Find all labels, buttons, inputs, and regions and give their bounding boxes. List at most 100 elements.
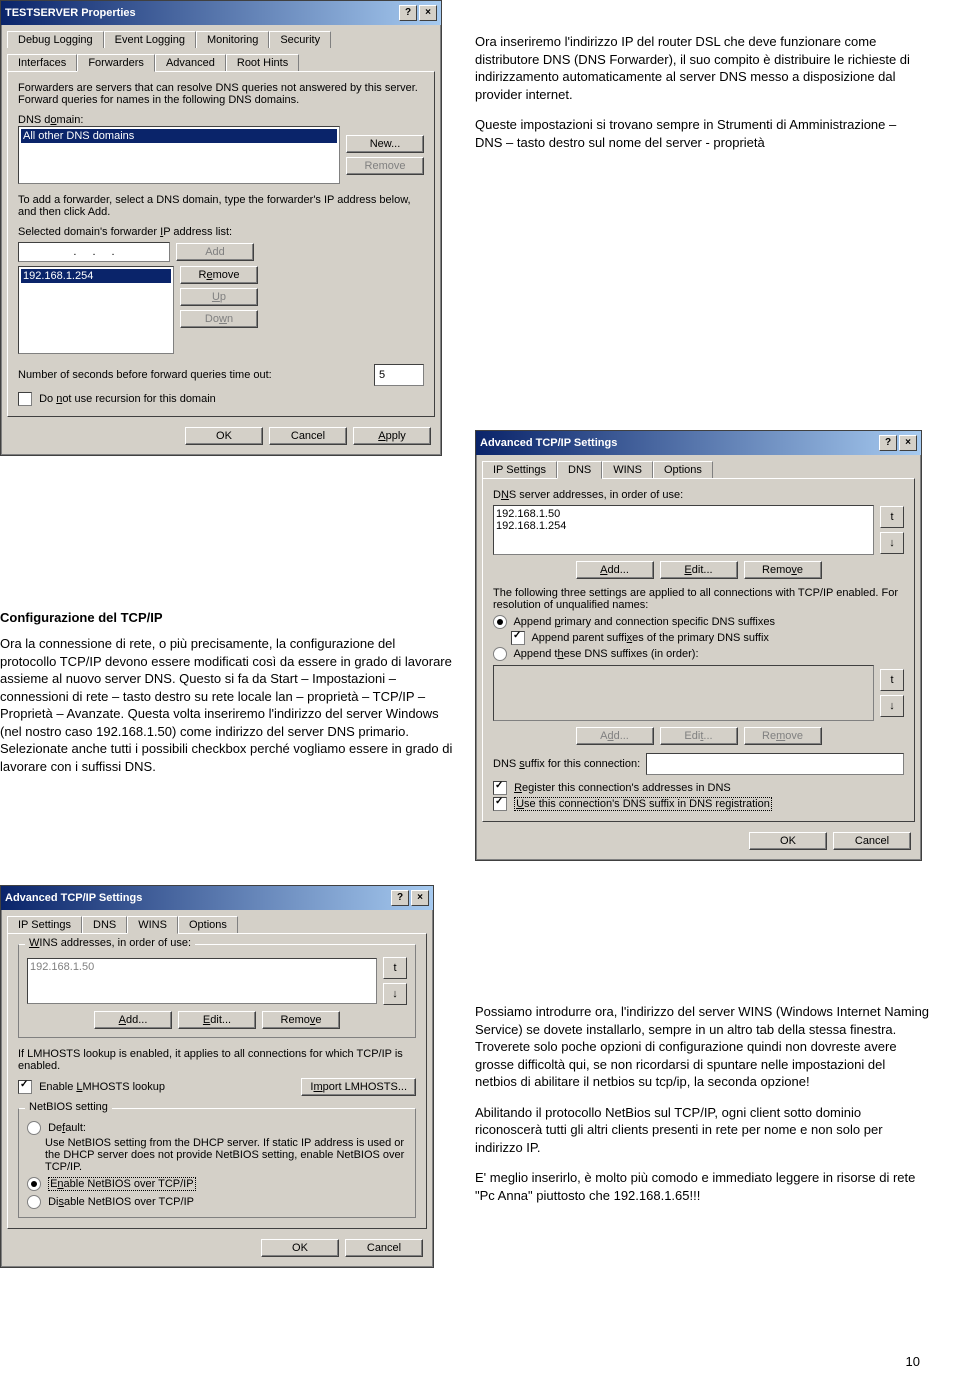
paragraph: Ora inseriremo l'indirizzo IP del router…	[475, 33, 925, 103]
tab-wins[interactable]: WINS	[602, 461, 653, 478]
server-item[interactable]: 192.168.1.254	[496, 520, 871, 532]
tab-advanced[interactable]: Advanced	[155, 54, 226, 71]
remove-suffix-button[interactable]: Remove	[744, 727, 822, 745]
domain-item[interactable]: All other DNS domains	[21, 129, 337, 143]
dns-suffix-input[interactable]	[646, 753, 904, 775]
netbios-disable-radio[interactable]	[27, 1195, 41, 1209]
enable-lmhosts-checkbox[interactable]	[18, 1080, 32, 1094]
tab-row-1: Debug Logging Event Logging Monitoring S…	[7, 31, 435, 48]
tab-security[interactable]: Security	[269, 31, 331, 48]
edit-suffix-button[interactable]: Edit...	[660, 727, 738, 745]
append-primary-radio[interactable]	[493, 615, 507, 629]
down-button[interactable]: Down	[180, 310, 258, 328]
import-lmhosts-button[interactable]: Import LMHOSTS...	[301, 1078, 416, 1096]
wins-list[interactable]: 192.168.1.50	[27, 958, 377, 1004]
tab-dns[interactable]: DNS	[557, 461, 602, 479]
tab-ip-settings[interactable]: IP Settings	[7, 916, 82, 933]
tab-interfaces[interactable]: Interfaces	[7, 54, 77, 71]
ip-item[interactable]: 192.168.1.254	[21, 269, 171, 283]
move-down-button[interactable]: ↓	[880, 695, 904, 717]
tab-options[interactable]: Options	[178, 916, 238, 933]
register-addresses-checkbox[interactable]	[493, 781, 507, 795]
edit-button[interactable]: Edit...	[660, 561, 738, 579]
netbios-enable-radio[interactable]	[27, 1177, 41, 1191]
enable-netbios-label: Enable NetBIOS over TCP/IP	[48, 1177, 196, 1191]
paragraph: E' meglio inserirlo, è molto più comodo …	[475, 1169, 930, 1204]
dialog-title: Advanced TCP/IP Settings	[480, 437, 617, 449]
cancel-button[interactable]: Cancel	[269, 427, 347, 445]
use-suffix-checkbox[interactable]	[493, 797, 507, 811]
new-button[interactable]: New...	[346, 135, 424, 153]
help-button[interactable]: ?	[391, 890, 409, 906]
tab-dns[interactable]: DNS	[82, 916, 127, 933]
move-down-button[interactable]: ↓	[383, 983, 407, 1005]
ok-button[interactable]: OK	[185, 427, 263, 445]
up-button[interactable]: Up	[180, 288, 258, 306]
move-up-button[interactable]: t	[880, 669, 904, 691]
suffix-list[interactable]	[493, 665, 874, 721]
cancel-button[interactable]: Cancel	[833, 832, 911, 850]
move-up-button[interactable]: t	[880, 506, 904, 528]
tab-forwarders[interactable]: Forwarders	[77, 54, 155, 72]
no-recursion-checkbox[interactable]	[18, 392, 32, 406]
help-button[interactable]: ?	[879, 435, 897, 451]
disable-netbios-label: Disable NetBIOS over TCP/IP	[48, 1196, 194, 1208]
tab-debug-logging[interactable]: Debug Logging	[7, 31, 104, 48]
dns-domain-list[interactable]: All other DNS domains	[18, 126, 340, 184]
default-help-text: Use NetBIOS setting from the DHCP server…	[45, 1137, 407, 1173]
paragraph: Abilitando il protocollo NetBios sul TCP…	[475, 1104, 930, 1157]
dialog-title: Advanced TCP/IP Settings	[5, 892, 142, 904]
tab-ip-settings[interactable]: IP Settings	[482, 461, 557, 478]
no-recursion-label: Do not use recursion for this domain	[39, 393, 216, 405]
timeout-input[interactable]	[374, 364, 424, 386]
advanced-tcpip-wins-dialog: Advanced TCP/IP Settings ? × IP Settings…	[0, 885, 434, 1268]
ip-list[interactable]: 192.168.1.254	[18, 266, 174, 354]
add-suffix-button[interactable]: Add...	[576, 727, 654, 745]
wins-addresses-group: WINS addresses, in order of use: 192.168…	[18, 944, 416, 1038]
tab-row-2: Interfaces Forwarders Advanced Root Hint…	[7, 54, 435, 71]
tab-root-hints[interactable]: Root Hints	[226, 54, 299, 71]
default-label: Default:	[48, 1122, 86, 1134]
remove-wins-button[interactable]: Remove	[262, 1011, 340, 1029]
tab-monitoring[interactable]: Monitoring	[196, 31, 269, 48]
add-wins-button[interactable]: Add...	[94, 1011, 172, 1029]
remove-button[interactable]: Remove	[744, 561, 822, 579]
dns-servers-list[interactable]: 192.168.1.50 192.168.1.254	[493, 505, 874, 555]
append-primary-label: Append primary and connection specific D…	[513, 616, 775, 628]
dns-domain-label: DNS domain:	[18, 114, 424, 126]
close-button[interactable]: ×	[411, 890, 429, 906]
use-suffix-label: Use this connection's DNS suffix in DNS …	[514, 797, 772, 811]
tab-event-logging[interactable]: Event Logging	[104, 31, 196, 48]
page-number: 10	[906, 1354, 920, 1369]
ok-button[interactable]: OK	[749, 832, 827, 850]
dialog-title: TESTSERVER Properties	[5, 7, 136, 19]
tab-wins[interactable]: WINS	[127, 916, 178, 934]
add-button[interactable]: Add...	[576, 561, 654, 579]
dns-servers-label: DNS server addresses, in order of use:	[493, 489, 904, 501]
move-down-button[interactable]: ↓	[880, 532, 904, 554]
move-up-button[interactable]: t	[383, 957, 407, 979]
article-block-1: Ora inseriremo l'indirizzo IP del router…	[475, 20, 925, 164]
cancel-button[interactable]: Cancel	[345, 1239, 423, 1257]
add-ip-button[interactable]: Add	[176, 243, 254, 261]
forwarders-panel: Forwarders are servers that can resolve …	[7, 71, 435, 417]
close-button[interactable]: ×	[419, 5, 437, 21]
remove-domain-button[interactable]: Remove	[346, 157, 424, 175]
help-button[interactable]: ?	[399, 5, 417, 21]
apply-button[interactable]: Apply	[353, 427, 431, 445]
remove-ip-button[interactable]: Remove	[180, 266, 258, 284]
wins-item[interactable]: 192.168.1.50	[30, 961, 374, 973]
close-button[interactable]: ×	[899, 435, 917, 451]
enable-lmhosts-label: Enable LMHOSTS lookup	[39, 1081, 165, 1093]
server-item[interactable]: 192.168.1.50	[496, 508, 871, 520]
register-addresses-label: Register this connection's addresses in …	[514, 782, 731, 794]
timeout-label: Number of seconds before forward queries…	[18, 369, 272, 381]
edit-wins-button[interactable]: Edit...	[178, 1011, 256, 1029]
append-parent-checkbox[interactable]	[511, 631, 525, 645]
tab-options[interactable]: Options	[653, 461, 713, 478]
netbios-default-radio[interactable]	[27, 1121, 41, 1135]
ip-input[interactable]: ...	[18, 242, 170, 262]
append-these-radio[interactable]	[493, 647, 507, 661]
tab-row: IP Settings DNS WINS Options	[7, 916, 427, 933]
ok-button[interactable]: OK	[261, 1239, 339, 1257]
